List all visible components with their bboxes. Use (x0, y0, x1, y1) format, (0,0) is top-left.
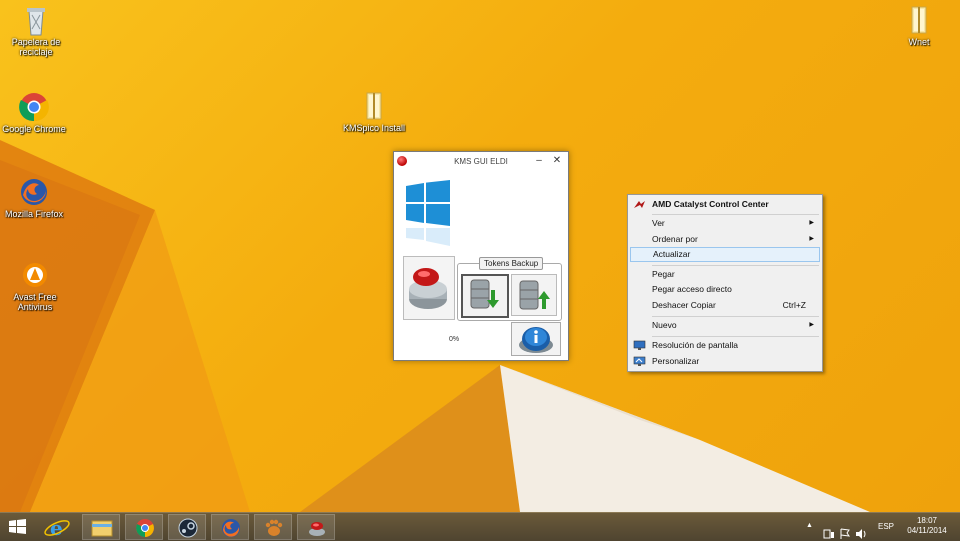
menu-item-label: Resolución de pantalla (652, 340, 739, 350)
desktop-icon-label: Google Chrome (2, 124, 66, 134)
menu-item-label: Nuevo (652, 320, 677, 330)
database-download-icon (470, 279, 499, 309)
desktop-icon-label: Avast Free Antivirus (13, 292, 57, 312)
taskbar-chrome[interactable] (125, 514, 163, 540)
firefox-icon (222, 519, 240, 537)
clock-date: 04/11/2014 (907, 526, 947, 535)
progress-text: 0% (449, 336, 460, 343)
taskbar-kms-app[interactable] (297, 514, 335, 540)
notification-flag-icon[interactable] (838, 520, 852, 548)
menu-separator (652, 265, 819, 266)
folder-icon (904, 5, 934, 35)
menu-item-actualizar[interactable]: Actualizar (630, 247, 820, 262)
menu-item-shortcut: Ctrl+Z (782, 300, 806, 310)
menu-item-label: Pegar (652, 269, 675, 279)
menu-item-resolucion-pantalla[interactable]: Resolución de pantalla (630, 338, 820, 353)
show-hidden-icons-button[interactable]: ▲ (806, 522, 813, 550)
firefox-icon (19, 177, 49, 207)
menu-item-label: Ver (652, 218, 665, 228)
folder-icon (359, 91, 389, 121)
taskbar-paw-app[interactable] (254, 514, 292, 540)
menu-item-personalizar[interactable]: Personalizar (630, 354, 820, 369)
desktop-icon-wnet[interactable]: Wnet (883, 5, 955, 47)
desktop[interactable]: Papelera de reciclaje Google Chrome Mozi… (0, 0, 960, 512)
menu-item-ver[interactable]: Ver ▶ (630, 216, 820, 231)
tokens-backup-group: Tokens Backup (457, 257, 562, 321)
backup-tokens-button[interactable] (461, 274, 509, 318)
desktop-icon-label: Wnet (908, 37, 930, 47)
taskbar-file-explorer[interactable] (82, 514, 120, 540)
submenu-arrow-icon: ▶ (809, 322, 814, 328)
windows-logo-icon (406, 180, 450, 246)
close-button[interactable]: ✕ (548, 154, 566, 168)
menu-item-deshacer-copiar[interactable]: Deshacer Copiar Ctrl+Z (630, 298, 820, 313)
volume-icon[interactable] (854, 520, 868, 548)
desktop-icon-label: KMSpico Install (342, 123, 406, 133)
kms-app-icon (309, 522, 325, 536)
clock-time: 18:07 (916, 516, 938, 525)
recycle-bin-icon (21, 5, 51, 36)
menu-item-label: Deshacer Copiar (652, 300, 716, 310)
menu-item-label: Ordenar por (652, 234, 698, 244)
menu-item-pegar-acceso-directo[interactable]: Pegar acceso directo (630, 282, 820, 297)
menu-item-label: AMD Catalyst Control Center (652, 199, 769, 209)
personalize-icon (633, 356, 646, 366)
paw-app-icon (265, 519, 283, 536)
menu-separator (652, 214, 819, 215)
display-icon (633, 340, 646, 350)
info-icon (519, 327, 553, 353)
red-button-icon (409, 268, 447, 309)
restore-tokens-button[interactable] (511, 274, 557, 316)
desktop-icon-avast[interactable]: Avast Free Antivirus (0, 260, 72, 312)
avast-icon (20, 260, 50, 290)
steam-icon (178, 518, 198, 538)
tokens-backup-label: Tokens Backup (479, 257, 544, 270)
menu-separator (652, 316, 819, 317)
desktop-icon-kmspico-install[interactable]: KMSpico Install (337, 91, 411, 133)
menu-item-label: Actualizar (653, 249, 691, 259)
desktop-context-menu: AMD Catalyst Control Center Ver ▶ Ordena… (627, 194, 823, 372)
activate-button[interactable] (403, 256, 455, 320)
taskbar-steam[interactable] (168, 514, 206, 540)
file-explorer-icon (91, 520, 113, 537)
submenu-arrow-icon: ▶ (809, 220, 814, 226)
taskbar-internet-explorer[interactable]: e (38, 514, 76, 540)
chrome-icon (136, 519, 154, 537)
desktop-icon-chrome[interactable]: Google Chrome (0, 92, 70, 134)
start-button[interactable] (0, 514, 36, 540)
input-language-indicator[interactable]: ESP (878, 522, 894, 550)
taskbar: e ▲ ESP 18:07 04/11/2014 (0, 512, 960, 541)
desktop-icon-label: Mozilla Firefox (4, 209, 63, 219)
submenu-arrow-icon: ▶ (809, 236, 814, 242)
svg-text:e: e (50, 516, 63, 540)
desktop-icon-firefox[interactable]: Mozilla Firefox (0, 177, 70, 219)
window-titlebar[interactable]: KMS GUI ELDI – ✕ (394, 152, 568, 172)
start-icon (9, 519, 26, 534)
info-button[interactable] (511, 322, 561, 356)
kms-window[interactable]: KMS GUI ELDI – ✕ Tokens Backup 0% (393, 151, 569, 361)
internet-explorer-icon: e (44, 516, 70, 540)
menu-item-nuevo[interactable]: Nuevo ▶ (630, 318, 820, 333)
menu-item-label: Personalizar (652, 356, 700, 366)
network-icon[interactable] (822, 520, 836, 548)
minimize-button[interactable]: – (530, 154, 548, 168)
database-upload-icon (519, 280, 550, 310)
chrome-icon (19, 92, 49, 122)
menu-item-amd-catalyst[interactable]: AMD Catalyst Control Center (630, 197, 820, 212)
desktop-icon-recycle-bin[interactable]: Papelera de reciclaje (0, 5, 72, 57)
menu-item-pegar[interactable]: Pegar (630, 267, 820, 282)
taskbar-firefox[interactable] (211, 514, 249, 540)
amd-icon (634, 201, 645, 208)
menu-separator (652, 336, 819, 337)
menu-item-label: Pegar acceso directo (652, 284, 732, 294)
menu-item-ordenar-por[interactable]: Ordenar por ▶ (630, 232, 820, 247)
desktop-icon-label: Papelera de reciclaje (11, 37, 61, 57)
